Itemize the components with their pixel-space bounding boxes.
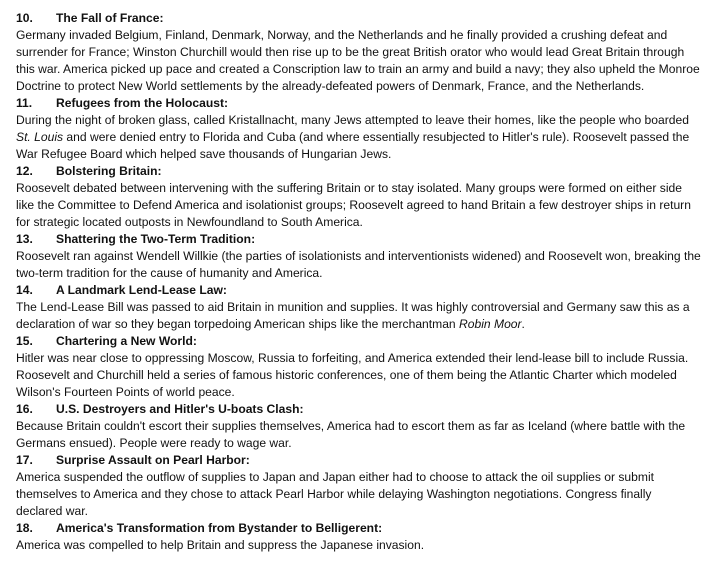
section-number: 13. bbox=[16, 232, 33, 246]
section-heading: 11. Refugees from the Holocaust: bbox=[16, 95, 701, 112]
section-heading: 14. A Landmark Lend-Lease Law: bbox=[16, 282, 701, 299]
section-number: 17. bbox=[16, 453, 33, 467]
section-heading: 15. Chartering a New World: bbox=[16, 333, 701, 350]
ship-name: St. Louis bbox=[16, 130, 64, 144]
section-text: Because Britain couldn't escort their su… bbox=[16, 419, 686, 450]
section-number: 14. bbox=[16, 283, 33, 297]
ship-name: Robin Moor bbox=[459, 317, 522, 331]
section-text: Hitler was near close to oppressing Mosc… bbox=[16, 351, 689, 399]
section-title: Bolstering Britain: bbox=[56, 164, 162, 178]
section-title: Chartering a New World: bbox=[56, 334, 197, 348]
section-lend-lease-law: 14. A Landmark Lend-Lease Law: The Lend-L… bbox=[16, 282, 701, 333]
section-heading: 13. Shattering the Two-Term Tradition: bbox=[16, 231, 701, 248]
section-text-part: and were denied entry to Florida and Cub… bbox=[16, 130, 690, 161]
section-number: 12. bbox=[16, 164, 33, 178]
section-number: 16. bbox=[16, 402, 33, 416]
section-number: 10. bbox=[16, 11, 33, 25]
section-title: A Landmark Lend-Lease Law: bbox=[56, 283, 227, 297]
section-bystander-to-belligerent: 18. America's Transformation from Bystand… bbox=[16, 520, 701, 554]
section-text: During the night of broken glass, called… bbox=[16, 112, 701, 163]
section-pearl-harbor: 17. Surprise Assault on Pearl Harbor: Ame… bbox=[16, 452, 701, 520]
section-title: U.S. Destroyers and Hitler's U-boats Cla… bbox=[56, 402, 304, 416]
section-number: 15. bbox=[16, 334, 33, 348]
section-number: 11. bbox=[16, 96, 33, 110]
section-text: Roosevelt debated between intervening wi… bbox=[16, 181, 691, 229]
section-title: Shattering the Two-Term Tradition: bbox=[56, 232, 256, 246]
section-text-part: The Lend-Lease Bill was passed to aid Br… bbox=[16, 300, 690, 331]
section-bolstering-britain: 12. Bolstering Britain: Roosevelt debated… bbox=[16, 163, 701, 231]
section-heading: 18. America's Transformation from Bystand… bbox=[16, 520, 701, 537]
section-title: Surprise Assault on Pearl Harbor: bbox=[56, 453, 250, 467]
section-refugees-holocaust: 11. Refugees from the Holocaust: During t… bbox=[16, 95, 701, 163]
section-text-part: During the night of broken glass, called… bbox=[16, 113, 689, 127]
document-body: 10. The Fall of France: Germany invaded B… bbox=[0, 0, 715, 554]
section-text: America was compelled to help Britain an… bbox=[16, 538, 425, 552]
section-heading: 17. Surprise Assault on Pearl Harbor: bbox=[16, 452, 701, 469]
section-text: Germany invaded Belgium, Finland, Denmar… bbox=[16, 28, 700, 93]
section-two-term-tradition: 13. Shattering the Two-Term Tradition: Ro… bbox=[16, 231, 701, 282]
section-text-part: . bbox=[521, 317, 525, 331]
section-heading: 10. The Fall of France: bbox=[16, 10, 701, 27]
section-text: America suspended the outflow of supplie… bbox=[16, 470, 655, 518]
section-chartering-new-world: 15. Chartering a New World: Hitler was ne… bbox=[16, 333, 701, 401]
section-text: Roosevelt ran against Wendell Willkie (t… bbox=[16, 249, 701, 280]
section-title: America's Transformation from Bystander … bbox=[56, 521, 383, 535]
section-title: The Fall of France: bbox=[56, 11, 164, 25]
section-heading: 12. Bolstering Britain: bbox=[16, 163, 701, 180]
section-text: The Lend-Lease Bill was passed to aid Br… bbox=[16, 299, 701, 333]
section-fall-of-france: 10. The Fall of France: Germany invaded B… bbox=[16, 10, 701, 95]
section-number: 18. bbox=[16, 521, 33, 535]
section-title: Refugees from the Holocaust: bbox=[56, 96, 229, 110]
section-destroyers-uboats: 16. U.S. Destroyers and Hitler's U-boats … bbox=[16, 401, 701, 452]
section-heading: 16. U.S. Destroyers and Hitler's U-boats … bbox=[16, 401, 701, 418]
